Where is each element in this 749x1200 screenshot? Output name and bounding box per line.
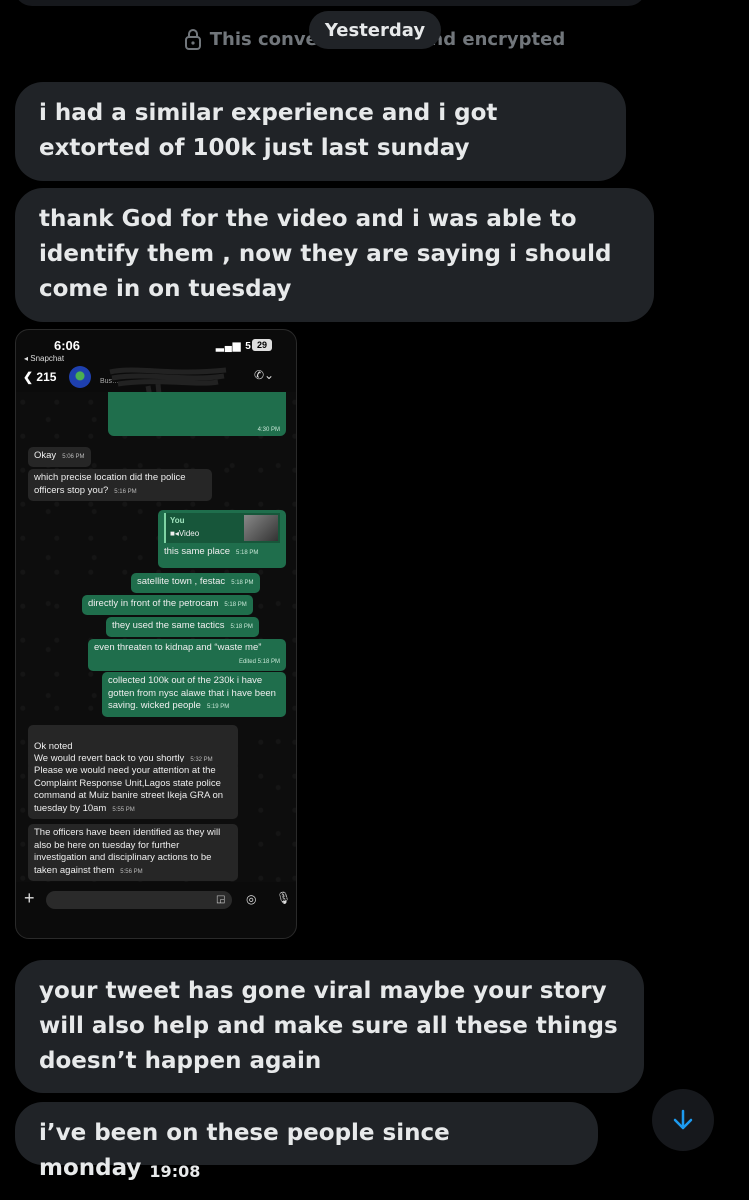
- sticker-icon: ◲: [216, 894, 226, 905]
- message-time: 5:06 PM: [62, 454, 85, 460]
- arrow-down-icon: [673, 1109, 693, 1130]
- camera-icon: ◎: [246, 892, 257, 906]
- phone-message-out: satellite town , festac 5:18 PM: [131, 573, 260, 593]
- message-text: i’ve been on these people since monday: [39, 1120, 450, 1181]
- message-timestamp: 19:08: [149, 1162, 201, 1181]
- phone-message-in: Please we would need your attention at t…: [28, 762, 238, 819]
- message-time: 5:56 PM: [120, 868, 143, 875]
- video-thumbnail: [244, 515, 278, 541]
- message-time: 5:19 PM: [206, 704, 230, 710]
- phone-message-out: even threaten to kidnap and “waste me” E…: [88, 639, 286, 671]
- message-text: satellite town , festac: [137, 576, 226, 587]
- message-time: 5:18 PM: [236, 550, 259, 556]
- message-text: Ok noted We would revert back to you sho…: [34, 740, 185, 765]
- phone-chat-header: ❮ 215 Bus… ✆⌄: [16, 364, 296, 409]
- plus-icon: +: [24, 888, 35, 908]
- message-text: even threaten to kidnap and “waste me”: [94, 642, 262, 653]
- message-text: Okay: [34, 450, 57, 461]
- message-time: 5:16 PM: [114, 488, 137, 495]
- reply-type: Video: [178, 528, 200, 538]
- attached-screenshot-image[interactable]: 6:06 ◂ Snapchat ▂▄▆ 5G 29 ❮ 215 Bus… ✆⌄ …: [15, 329, 297, 939]
- message-text: they used the same tactics: [112, 620, 225, 631]
- message-time: Edited 5:18 PM: [238, 658, 280, 665]
- lock-icon: [184, 29, 201, 50]
- message-bubble[interactable]: thank God for the video and i was able t…: [15, 188, 654, 322]
- mic-icon: 🎙: [276, 891, 292, 905]
- message-bubble[interactable]: i’ve been on these people since monday 19…: [15, 1102, 598, 1181]
- previous-out-message: 4:30 PM: [108, 392, 286, 436]
- phone-status-bar: 6:06 ◂ Snapchat ▂▄▆ 5G 29: [16, 336, 296, 363]
- phone-message-out: directly in front of the petrocam 5:18 PM: [82, 595, 253, 615]
- message-text: this same place: [164, 546, 231, 557]
- message-time: 5:18 PM: [231, 580, 254, 586]
- message-bubble[interactable]: your tweet has gone viral maybe your sto…: [15, 960, 644, 1093]
- previous-message-bubble: [14, 0, 646, 6]
- scroll-to-bottom-button[interactable]: [652, 1089, 714, 1151]
- date-pill: Yesterday: [309, 11, 441, 49]
- phone-call-icon: ✆⌄: [254, 368, 275, 382]
- phone-message-out-video-reply: You ■◂Video this same place 5:18 PM: [158, 510, 286, 568]
- message-bubble[interactable]: i had a similar experience and i got ext…: [15, 82, 626, 181]
- phone-input-bar: + ◲ ◎ 🎙: [16, 886, 296, 918]
- message-text: your tweet has gone viral maybe your sto…: [39, 978, 618, 1074]
- message-text: i had a similar experience and i got ext…: [39, 100, 498, 161]
- phone-clock: 6:06: [54, 338, 81, 353]
- phone-message-in: which precise location did the police of…: [28, 469, 212, 501]
- message-time: 5:18 PM: [224, 602, 247, 608]
- message-text: thank God for the video and i was able t…: [39, 206, 612, 302]
- phone-text-field: [46, 891, 232, 909]
- message-text: which precise location did the police of…: [34, 472, 186, 496]
- contact-avatar: [69, 366, 91, 388]
- message-time: 5:18 PM: [230, 624, 253, 630]
- unread-count: 215: [36, 370, 57, 384]
- phone-message-in: The officers have been identified as the…: [28, 824, 238, 881]
- message-text: directly in front of the petrocam: [88, 598, 219, 609]
- message-text: collected 100k out of the 230k i have go…: [108, 675, 276, 711]
- battery-icon: 29: [252, 339, 272, 351]
- video-icon: ■◂: [170, 528, 179, 538]
- phone-message-in: Okay 5:06 PM: [28, 447, 91, 467]
- phone-message-out: collected 100k out of the 230k i have go…: [102, 672, 286, 717]
- message-time: 5:55 PM: [112, 806, 135, 813]
- phone-back-button: ❮ 215: [23, 370, 57, 384]
- message-time: 4:30 PM: [257, 427, 280, 433]
- phone-chat-area: 4:30 PM Okay 5:06 PM which precise locati…: [16, 392, 296, 882]
- phone-back-app: ◂ Snapchat: [24, 354, 65, 363]
- phone-message-out: they used the same tactics 5:18 PM: [106, 617, 259, 637]
